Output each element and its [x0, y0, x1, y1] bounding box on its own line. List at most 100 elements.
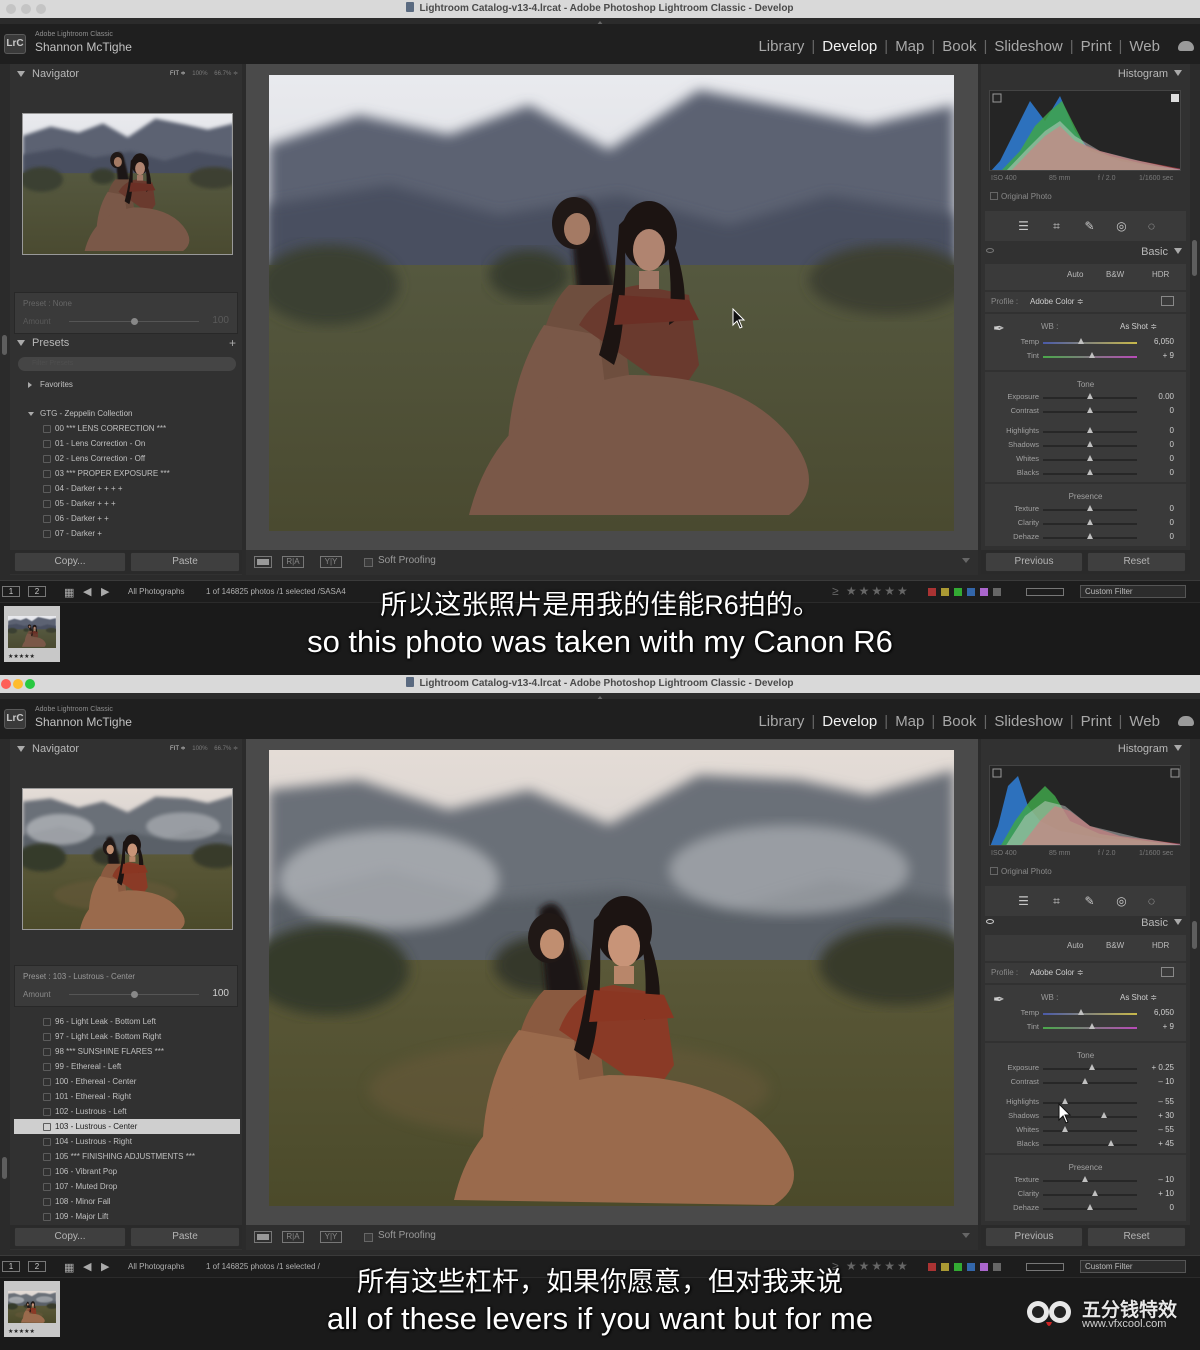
module-book[interactable]: Book — [942, 38, 976, 55]
wb-select[interactable]: As Shot ≑ — [1120, 993, 1157, 1002]
slider-tint[interactable] — [1043, 1023, 1137, 1029]
module-web[interactable]: Web — [1129, 713, 1160, 730]
image-canvas[interactable] — [246, 739, 978, 1225]
slider-exposure[interactable] — [1043, 393, 1137, 399]
slider-value[interactable]: 0 — [1134, 532, 1174, 541]
slider-knob[interactable] — [1087, 469, 1093, 475]
amount-slider[interactable] — [69, 991, 199, 998]
navigator-preview[interactable] — [22, 788, 233, 930]
slider-value[interactable]: 0 — [1134, 406, 1174, 415]
hdr-button[interactable]: HDR — [1152, 270, 1169, 279]
before-after-icon[interactable]: R|A — [282, 1231, 304, 1243]
slider-value[interactable]: 0 — [1134, 518, 1174, 527]
histogram-header[interactable]: Histogram — [1118, 743, 1182, 755]
red-eye-icon[interactable]: ◎ — [1115, 895, 1128, 908]
minimize-window-button[interactable] — [13, 679, 23, 689]
module-book[interactable]: Book — [942, 713, 976, 730]
amount-slider-knob[interactable] — [131, 318, 138, 325]
slider-exposure[interactable] — [1043, 1064, 1137, 1070]
slider-knob[interactable] — [1077, 1009, 1084, 1015]
preset-item[interactable]: 02 - Lens Correction - Off — [14, 451, 240, 466]
slider-value[interactable]: + 9 — [1134, 1022, 1174, 1031]
slider-contrast[interactable] — [1043, 407, 1137, 413]
wb-select[interactable]: As Shot ≑ — [1120, 322, 1157, 331]
amount-slider[interactable] — [69, 318, 199, 325]
slider-blacks[interactable] — [1043, 469, 1137, 475]
before-after-icon[interactable]: R|A — [282, 556, 304, 568]
slider-dehaze[interactable] — [1043, 1204, 1137, 1210]
copy-button[interactable]: Copy... — [14, 1227, 126, 1247]
copy-button[interactable]: Copy... — [14, 552, 126, 572]
histogram-header[interactable]: Histogram — [1118, 68, 1182, 80]
slider-knob[interactable] — [1087, 519, 1093, 525]
wb-eyedropper-icon[interactable]: ✒ — [993, 320, 1005, 337]
slider-knob[interactable] — [1088, 352, 1095, 358]
slider-value[interactable]: 0 — [1134, 454, 1174, 463]
loupe-view-icon[interactable] — [254, 1231, 272, 1243]
preset-item[interactable]: 05 - Darker + + + — [14, 496, 240, 511]
module-print[interactable]: Print — [1081, 38, 1112, 55]
slider-clarity[interactable] — [1043, 519, 1137, 525]
module-library[interactable]: Library — [758, 38, 804, 55]
preset-search-input[interactable]: Filter Presets — [18, 357, 236, 371]
slider-knob[interactable] — [1087, 393, 1093, 399]
slider-knob[interactable] — [1087, 441, 1093, 447]
cloud-icon[interactable] — [1178, 716, 1194, 726]
red-eye-icon[interactable]: ◎ — [1115, 220, 1128, 233]
previous-button[interactable]: Previous — [985, 1227, 1083, 1247]
slider-shadows[interactable] — [1043, 441, 1137, 447]
profile-browser-icon[interactable] — [1161, 296, 1174, 306]
auto-button[interactable]: Auto — [1067, 270, 1083, 279]
edit-sliders-icon[interactable]: ☰ — [1017, 220, 1030, 233]
slider-dehaze[interactable] — [1043, 533, 1137, 539]
slider-clarity[interactable] — [1043, 1190, 1137, 1196]
left-scrollbar[interactable] — [2, 335, 7, 355]
preset-item[interactable]: 100 - Ethereal - Center — [14, 1074, 240, 1089]
module-develop[interactable]: Develop — [822, 38, 877, 55]
slider-knob[interactable] — [1077, 338, 1084, 344]
auto-button[interactable]: Auto — [1067, 941, 1083, 950]
zoom-window-button[interactable] — [25, 679, 35, 689]
navigator-zoom-options[interactable]: FIT ≑ 100% 66.7% ≑ — [170, 739, 238, 759]
histogram-display[interactable] — [989, 765, 1181, 846]
slider-knob[interactable] — [1061, 1126, 1068, 1132]
navigator-preview[interactable] — [22, 113, 233, 255]
preset-item[interactable]: 109 - Major Lift — [14, 1209, 240, 1224]
paste-button[interactable]: Paste — [130, 1227, 240, 1247]
slider-value[interactable]: 6,050 — [1134, 337, 1174, 346]
navigator-header[interactable]: Navigator FIT ≑ 100% 66.7% ≑ — [10, 64, 242, 84]
slider-texture[interactable] — [1043, 1176, 1137, 1182]
slider-value[interactable]: – 55 — [1134, 1125, 1174, 1134]
add-preset-icon[interactable]: + — [229, 333, 236, 353]
edit-sliders-icon[interactable]: ☰ — [1017, 895, 1030, 908]
slider-knob[interactable] — [1087, 455, 1093, 461]
navigator-zoom-options[interactable]: FIT ≑ 100% 66.7% ≑ — [170, 64, 238, 84]
zoom-window-button[interactable] — [36, 4, 46, 14]
reset-button[interactable]: Reset — [1087, 552, 1186, 572]
preset-item[interactable]: 03 *** PROPER EXPOSURE *** — [14, 466, 240, 481]
preset-item[interactable]: 104 - Lustrous - Right — [14, 1134, 240, 1149]
paste-button[interactable]: Paste — [130, 552, 240, 572]
slider-knob[interactable] — [1107, 1140, 1114, 1146]
masking-icon[interactable]: ◌ — [1145, 220, 1158, 233]
preset-item[interactable]: 105 *** FINISHING ADJUSTMENTS *** — [14, 1149, 240, 1164]
healing-icon[interactable]: ✎ — [1083, 220, 1096, 233]
wb-eyedropper-icon[interactable]: ✒ — [993, 991, 1005, 1008]
eye-icon[interactable] — [986, 919, 994, 924]
preset-item[interactable]: 06 - Darker + + — [14, 511, 240, 526]
slider-knob[interactable] — [1087, 407, 1093, 413]
before-after-yy-icon[interactable]: Y|Y — [320, 1231, 342, 1243]
main-photo[interactable] — [269, 75, 954, 531]
preset-item[interactable]: 00 *** LENS CORRECTION *** — [14, 421, 240, 436]
slider-value[interactable]: + 9 — [1134, 351, 1174, 360]
bw-button[interactable]: B&W — [1106, 941, 1124, 950]
profile-select[interactable]: Adobe Color ≑ — [1030, 968, 1083, 977]
previous-button[interactable]: Previous — [985, 552, 1083, 572]
slider-value[interactable]: 0 — [1134, 426, 1174, 435]
preset-item[interactable]: 07 - Darker + — [14, 526, 240, 541]
crop-icon[interactable]: ⌗ — [1050, 895, 1063, 908]
module-map[interactable]: Map — [895, 38, 924, 55]
profile-select[interactable]: Adobe Color ≑ — [1030, 297, 1083, 306]
image-canvas[interactable] — [246, 64, 978, 550]
slider-whites[interactable] — [1043, 1126, 1137, 1132]
